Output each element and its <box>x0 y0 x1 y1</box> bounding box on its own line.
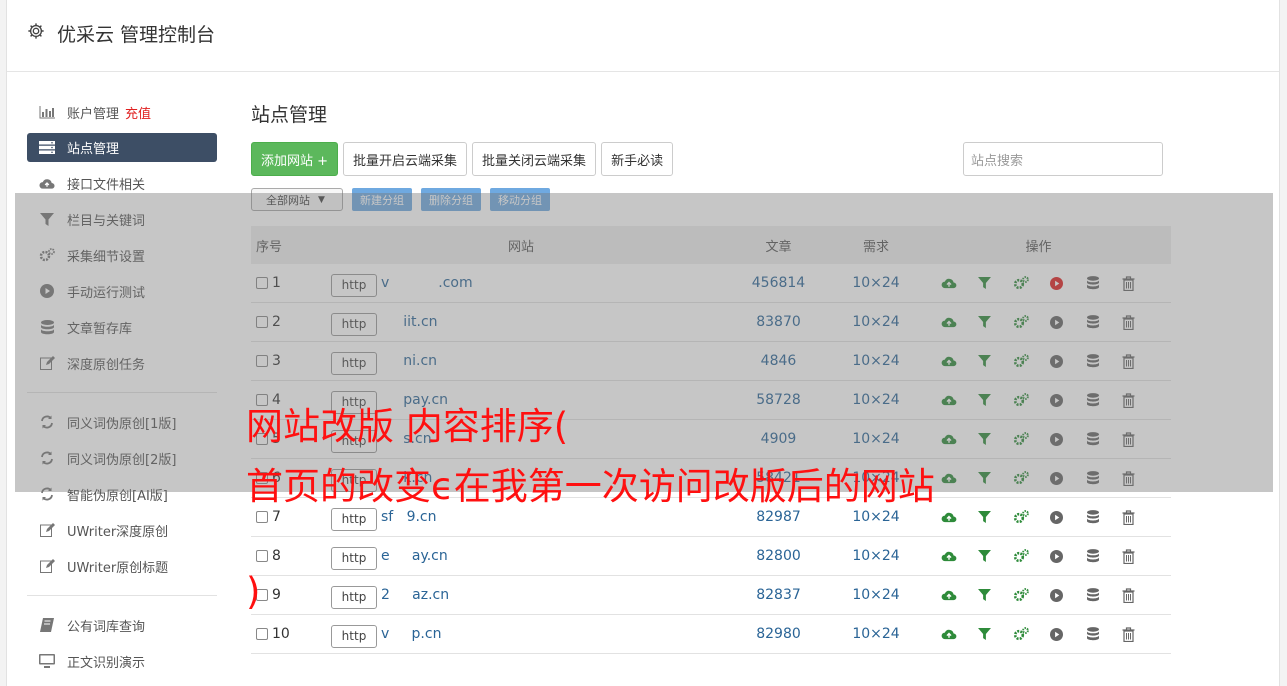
sidebar-item-label: UWriter原创标题 <box>67 560 169 576</box>
monitor-icon <box>39 654 55 668</box>
sidebar-item-public-lexicon[interactable]: 公有词库查询 <box>27 607 217 643</box>
sidebar-item-label: 接口文件相关 <box>67 177 146 193</box>
row-number-cell: 9 <box>251 587 331 603</box>
sidebar-item-label: UWriter深度原创 <box>67 524 169 540</box>
gears-icon[interactable] <box>1012 626 1029 643</box>
table-row: 9 http 2 az.cn 82837 10×24 <box>251 576 1171 615</box>
site-domain-link[interactable]: sf 9.cn <box>381 509 437 525</box>
database-icon[interactable] <box>1084 509 1101 526</box>
server-icon <box>39 141 55 155</box>
row-checkbox[interactable] <box>256 628 268 640</box>
ops-cell <box>906 587 1171 604</box>
page-title: 站点管理 <box>251 104 328 126</box>
demand-link[interactable]: 10×24 <box>846 548 906 564</box>
trash-icon[interactable] <box>1120 587 1137 604</box>
site-cell: http v p.cn <box>331 621 711 648</box>
site-search-input[interactable]: 站点搜索 <box>963 142 1163 176</box>
play-circle-icon[interactable] <box>1048 626 1065 643</box>
toolbar: 添加网站 + 批量开启云端采集 批量关闭云端采集 新手必读 <box>251 142 678 176</box>
cloud-upload-icon[interactable] <box>940 587 957 604</box>
add-site-button[interactable]: 添加网站 + <box>251 142 339 176</box>
site-cell: http 2 az.cn <box>331 582 711 609</box>
row-number: 8 <box>272 548 281 564</box>
trash-icon[interactable] <box>1120 626 1137 643</box>
beginner-guide-button[interactable]: 新手必读 <box>601 142 674 176</box>
gears-icon[interactable] <box>1012 509 1029 526</box>
database-icon[interactable] <box>1084 587 1101 604</box>
site-domain-link[interactable]: v p.cn <box>381 626 441 642</box>
play-circle-icon[interactable] <box>1048 509 1065 526</box>
batch-disable-cloud-button[interactable]: 批量关闭云端采集 <box>472 142 597 176</box>
row-checkbox[interactable] <box>256 550 268 562</box>
gears-icon[interactable] <box>1012 587 1029 604</box>
sidebar-item-account[interactable]: 账户管理 充值 <box>27 94 217 130</box>
watermark-line-3: ) <box>246 570 261 613</box>
sidebar-item-site-management[interactable]: 站点管理 <box>27 133 217 162</box>
ops-cell <box>906 509 1171 526</box>
gears-icon[interactable] <box>1012 548 1029 565</box>
sidebar-item-label: 站点管理 <box>67 142 120 157</box>
article-count-link[interactable]: 82837 <box>711 587 846 603</box>
demand-link[interactable]: 10×24 <box>846 626 906 642</box>
sidebar-item-uwriter-title[interactable]: UWriter原创标题 <box>27 548 217 584</box>
article-count-link[interactable]: 82800 <box>711 548 846 564</box>
top-bar: 优采云 管理控制台 <box>7 0 1279 72</box>
demand-link[interactable]: 10×24 <box>846 587 906 603</box>
watermark-line-2: 首页的改变ϵ在我第一次访问改版后的网站 <box>246 465 935 508</box>
row-number-cell: 10 <box>251 626 331 642</box>
book-icon <box>39 618 55 632</box>
sidebar-item-label: 正文识别演示 <box>67 655 146 671</box>
cloud-upload-icon <box>39 176 55 190</box>
protocol-badge: http <box>331 546 377 570</box>
database-icon[interactable] <box>1084 548 1101 565</box>
row-number: 9 <box>272 587 281 603</box>
dim-overlay <box>15 193 1273 492</box>
sidebar-item-uwriter-deep[interactable]: UWriter深度原创 <box>27 512 217 548</box>
sidebar-item-text-recognition[interactable]: 正文识别演示 <box>27 643 217 679</box>
row-number: 10 <box>272 626 290 642</box>
edit-icon <box>39 559 55 573</box>
ops-cell <box>906 626 1171 643</box>
article-count-link[interactable]: 82987 <box>711 509 846 525</box>
protocol-badge: http <box>331 585 377 609</box>
sidebar-item-label: 账户管理 <box>67 106 120 122</box>
filter-icon[interactable] <box>976 509 993 526</box>
bar-chart-icon <box>39 105 55 119</box>
recharge-link[interactable]: 充值 <box>125 103 151 122</box>
trash-icon[interactable] <box>1120 548 1137 565</box>
gear-icon[interactable] <box>27 22 45 40</box>
cloud-upload-icon[interactable] <box>940 548 957 565</box>
play-circle-icon[interactable] <box>1048 587 1065 604</box>
database-icon[interactable] <box>1084 626 1101 643</box>
row-number: 7 <box>272 509 281 525</box>
app-title: 优采云 管理控制台 <box>57 24 216 46</box>
edit-icon <box>39 523 55 537</box>
site-domain-link[interactable]: e ay.cn <box>381 548 448 564</box>
article-count-link[interactable]: 82980 <box>711 626 846 642</box>
watermark-line-1: 网站改版 内容排序( <box>246 405 569 448</box>
row-number-cell: 7 <box>251 509 331 525</box>
filter-icon[interactable] <box>976 548 993 565</box>
filter-icon[interactable] <box>976 626 993 643</box>
play-circle-icon[interactable] <box>1048 548 1065 565</box>
site-cell: http e ay.cn <box>331 543 711 570</box>
cloud-upload-icon[interactable] <box>940 509 957 526</box>
table-row: 10 http v p.cn 82980 10×24 <box>251 615 1171 654</box>
ops-cell <box>906 548 1171 565</box>
row-number-cell: 8 <box>251 548 331 564</box>
site-domain-link[interactable]: 2 az.cn <box>381 587 449 603</box>
protocol-badge: http <box>331 624 377 648</box>
sidebar-divider <box>27 595 217 596</box>
table-row: 8 http e ay.cn 82800 10×24 <box>251 537 1171 576</box>
cloud-upload-icon[interactable] <box>940 626 957 643</box>
batch-enable-cloud-button[interactable]: 批量开启云端采集 <box>343 142 468 176</box>
protocol-badge: http <box>331 507 377 531</box>
filter-icon[interactable] <box>976 587 993 604</box>
row-checkbox[interactable] <box>256 511 268 523</box>
sidebar-item-label: 公有词库查询 <box>67 619 146 635</box>
trash-icon[interactable] <box>1120 509 1137 526</box>
main-content: 站点管理 添加网站 + 批量开启云端采集 批量关闭云端采集 新手必读 站点搜索 … <box>251 100 1171 654</box>
demand-link[interactable]: 10×24 <box>846 509 906 525</box>
